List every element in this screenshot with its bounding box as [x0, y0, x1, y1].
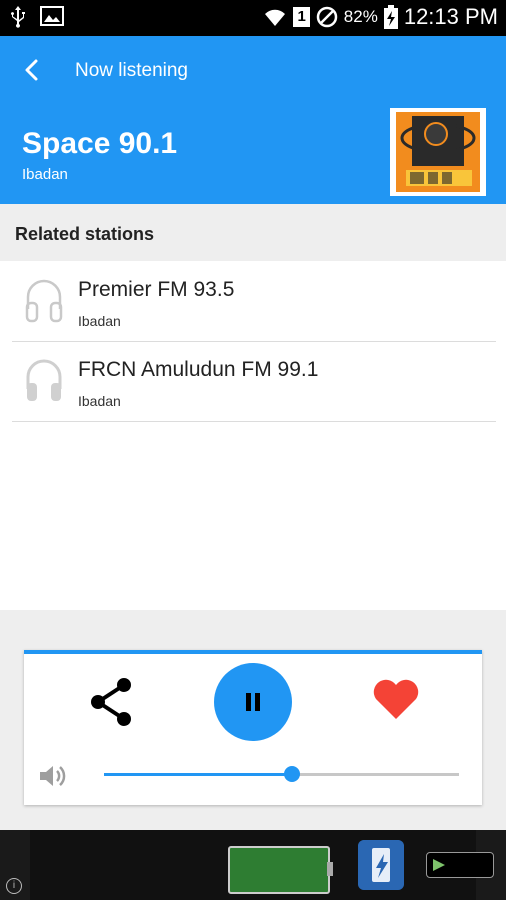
ad-banner[interactable]: i	[0, 830, 506, 900]
station-logo	[390, 108, 486, 196]
related-station-item[interactable]: Premier FM 93.5 Ibadan	[12, 261, 496, 342]
related-station-city: Ibadan	[78, 313, 121, 329]
sim-slot-badge: 1	[293, 7, 310, 27]
related-station-item[interactable]: FRCN Amuludun FM 99.1 Ibadan	[12, 341, 496, 422]
related-station-city: Ibadan	[78, 393, 121, 409]
headphones-outline-icon	[25, 279, 63, 323]
headphones-filled-icon	[26, 359, 62, 401]
battery-charging-icon	[383, 5, 398, 29]
volume-slider-thumb[interactable]	[284, 766, 301, 782]
volume-slider[interactable]	[104, 766, 459, 782]
wifi-icon	[265, 9, 286, 26]
volume-slider-fill	[104, 773, 293, 776]
pause-icon	[246, 693, 260, 711]
related-station-name: FRCN Amuludun FM 99.1	[78, 358, 319, 381]
play-store-icon	[433, 859, 445, 871]
usb-icon	[11, 6, 25, 28]
pause-button[interactable]	[214, 663, 292, 741]
status-bar-notifications	[10, 6, 64, 28]
station-name: Space 90.1	[22, 127, 178, 160]
related-stations-title: Related stations	[15, 224, 155, 244]
favorite-heart-icon[interactable]	[372, 677, 420, 721]
volume-icon[interactable]	[38, 763, 68, 789]
battery-app-icon	[358, 840, 404, 890]
battery-ad-tip	[327, 862, 333, 876]
clock: 12:13 PM	[403, 4, 498, 29]
now-listening-header: Now listening Space 90.1 Ibadan	[0, 36, 506, 204]
station-city: Ibadan	[22, 166, 68, 183]
player-card	[24, 650, 482, 805]
share-icon[interactable]	[88, 677, 134, 727]
image-notification-icon	[40, 6, 64, 26]
status-bar-system: 1 82% 12:13 PM	[263, 4, 498, 30]
battery-percent: 82%	[343, 7, 378, 26]
ad-creative[interactable]	[30, 830, 494, 900]
related-station-name: Premier FM 93.5	[78, 278, 235, 301]
google-play-badge	[426, 852, 494, 878]
playback-progress-bar	[24, 650, 482, 654]
related-stations-header: Related stations	[0, 204, 506, 261]
back-arrow-icon[interactable]	[18, 56, 46, 84]
ad-info-icon[interactable]: i	[6, 878, 22, 894]
page-title: Now listening	[75, 60, 188, 81]
do-not-disturb-icon	[316, 6, 338, 28]
battery-ad-graphic	[228, 846, 330, 894]
status-bar: 1 82% 12:13 PM	[0, 0, 506, 36]
